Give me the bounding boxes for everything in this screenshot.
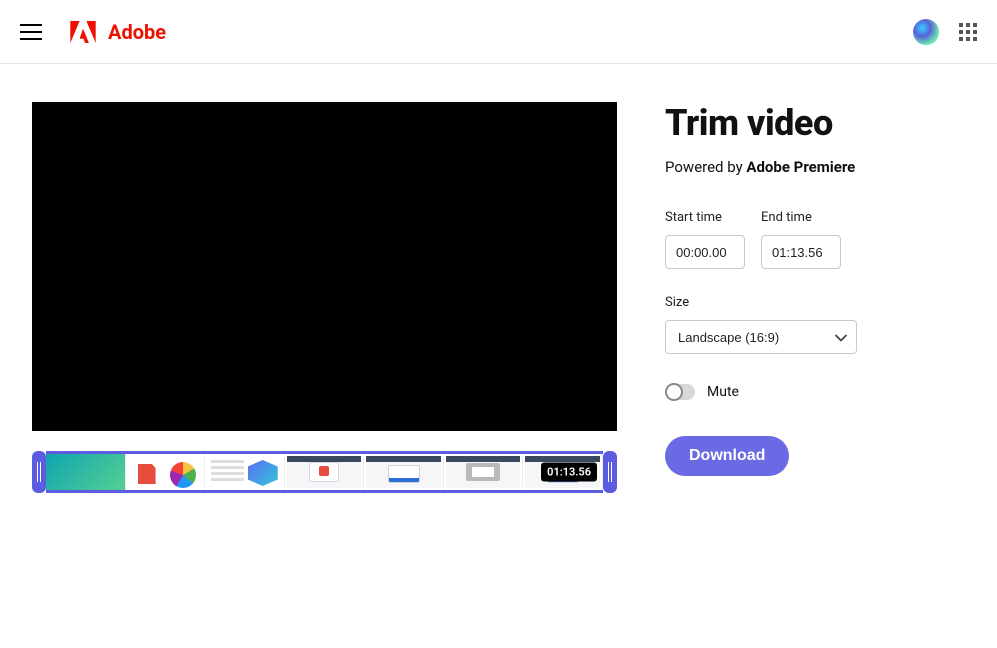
page-title: Trim video bbox=[665, 102, 965, 144]
size-select[interactable]: Landscape (16:9) bbox=[665, 320, 857, 354]
timeline-thumb[interactable] bbox=[205, 454, 285, 490]
menu-button[interactable] bbox=[20, 24, 42, 40]
mute-toggle[interactable] bbox=[665, 384, 695, 400]
adobe-logo-icon bbox=[70, 21, 96, 43]
size-label: Size bbox=[665, 295, 965, 310]
brand-link[interactable]: Adobe bbox=[70, 20, 166, 44]
start-time-group: Start time bbox=[665, 210, 745, 269]
brand-name: Adobe bbox=[108, 20, 166, 44]
header-right bbox=[913, 19, 977, 45]
apps-menu-icon[interactable] bbox=[959, 23, 977, 41]
timeline: 01:13.56 bbox=[32, 451, 617, 493]
trim-handle-start[interactable] bbox=[32, 451, 46, 493]
end-time-input[interactable] bbox=[761, 235, 841, 269]
main: 01:13.56 Trim video Powered by Adobe Pre… bbox=[0, 64, 997, 493]
powered-prefix: Powered by bbox=[665, 158, 746, 176]
timeline-thumb[interactable] bbox=[285, 454, 365, 490]
start-time-input[interactable] bbox=[665, 235, 745, 269]
mute-row: Mute bbox=[665, 384, 965, 400]
download-button[interactable]: Download bbox=[665, 436, 789, 476]
time-row: Start time End time bbox=[665, 210, 965, 269]
timeline-thumb[interactable] bbox=[126, 454, 206, 490]
left-column: 01:13.56 bbox=[32, 102, 617, 493]
header-left: Adobe bbox=[20, 20, 166, 44]
powered-by: Powered by Adobe Premiere bbox=[665, 158, 965, 176]
timeline-track[interactable]: 01:13.56 bbox=[46, 451, 603, 493]
header: Adobe bbox=[0, 0, 997, 64]
end-time-label: End time bbox=[761, 210, 841, 225]
size-select-wrap: Landscape (16:9) bbox=[665, 320, 857, 354]
timeline-thumb[interactable] bbox=[46, 454, 126, 490]
right-column: Trim video Powered by Adobe Premiere Sta… bbox=[665, 102, 965, 493]
trim-handle-end[interactable] bbox=[603, 451, 617, 493]
video-preview[interactable] bbox=[32, 102, 617, 431]
start-time-label: Start time bbox=[665, 210, 745, 225]
toggle-knob bbox=[665, 383, 683, 401]
mute-label: Mute bbox=[707, 384, 739, 400]
end-time-group: End time bbox=[761, 210, 841, 269]
timeline-duration-badge: 01:13.56 bbox=[541, 463, 597, 482]
timeline-thumb[interactable] bbox=[444, 454, 524, 490]
size-group: Size Landscape (16:9) bbox=[665, 295, 965, 354]
powered-product: Adobe Premiere bbox=[746, 158, 855, 176]
timeline-thumb[interactable] bbox=[364, 454, 444, 490]
avatar[interactable] bbox=[913, 19, 939, 45]
